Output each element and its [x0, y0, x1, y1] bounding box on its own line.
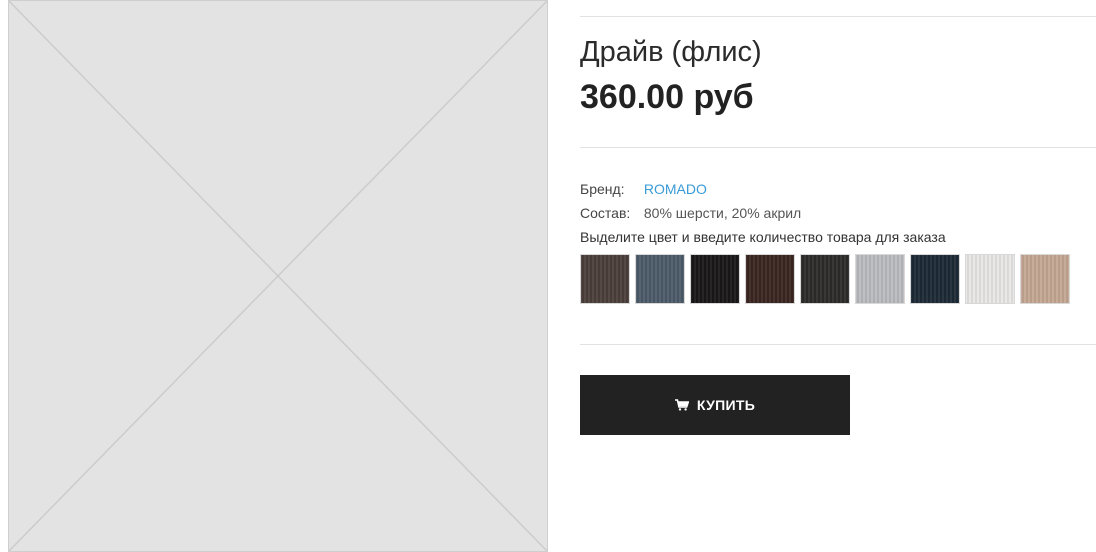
color-swatch[interactable]	[635, 254, 685, 304]
product-info: Драйв (флис) 360.00 руб Бренд: ROMADO Со…	[580, 0, 1096, 552]
spec-composition: Состав: 80% шерсти, 20% акрил	[580, 205, 801, 221]
color-swatch[interactable]	[855, 254, 905, 304]
divider	[580, 147, 1096, 148]
spec-composition-label: Состав:	[580, 205, 631, 221]
color-select-prompt: Выделите цвет и введите количество товар…	[580, 229, 946, 245]
brand-link[interactable]: ROMADO	[644, 181, 707, 197]
spec-composition-value: 80% шерсти, 20% акрил	[643, 205, 802, 221]
divider	[580, 16, 1096, 17]
cart-icon	[674, 399, 689, 411]
product-photo[interactable]	[8, 0, 548, 552]
color-swatch[interactable]	[910, 254, 960, 304]
product-image-placeholder	[8, 0, 548, 552]
product-price: 360.00 руб	[580, 78, 754, 116]
product-title: Драйв (флис)	[580, 36, 762, 68]
color-swatch[interactable]	[1020, 254, 1070, 304]
color-swatch[interactable]	[690, 254, 740, 304]
color-swatch[interactable]	[745, 254, 795, 304]
color-swatch[interactable]	[965, 254, 1015, 304]
color-swatch[interactable]	[800, 254, 850, 304]
color-swatch[interactable]	[580, 254, 630, 304]
product-page: Драйв (флис) 360.00 руб Бренд: ROMADO Со…	[0, 0, 1096, 552]
buy-button[interactable]: КУПИТЬ	[580, 375, 850, 435]
buy-button-label: КУПИТЬ	[696, 397, 756, 413]
divider	[580, 344, 1096, 345]
color-swatches	[580, 254, 1070, 304]
spec-brand-label: Бренд:	[580, 181, 625, 197]
spec-brand: Бренд: ROMADO	[580, 181, 707, 197]
